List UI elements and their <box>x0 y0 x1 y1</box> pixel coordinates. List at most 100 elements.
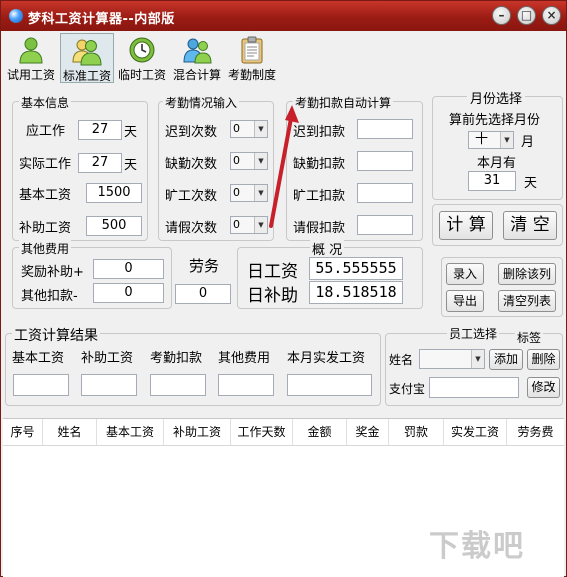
name-label: 姓名 <box>389 353 414 367</box>
basic-info-title: 基本信息 <box>19 94 72 111</box>
tool-label: 标准工资 <box>62 69 111 83</box>
daily-wage-value: 55.555555 <box>309 257 403 280</box>
annotation-arrow-icon <box>269 105 299 228</box>
attendance-deduct-title: 考勤扣款自动计算 <box>293 94 394 111</box>
days-label: 本月有 <box>477 156 517 171</box>
result-attendance-deduct[interactable] <box>150 374 206 396</box>
tag-label: 标签 <box>515 329 544 346</box>
tool-label: 混合计算 <box>172 68 221 82</box>
truancy-deduct-input[interactable] <box>357 183 413 203</box>
absent-deduct-input[interactable] <box>357 151 413 171</box>
daily-wage-label: 日工资 <box>247 262 298 282</box>
tool-trial-salary[interactable]: 试用工资 <box>5 33 57 83</box>
actual-days-input[interactable]: 27 <box>78 153 122 173</box>
tool-mixed-calc[interactable]: 混合计算 <box>171 33 223 83</box>
month-value: 十 <box>475 132 489 147</box>
user-icon <box>19 37 43 64</box>
col-header[interactable]: 金额 <box>293 419 347 445</box>
col-header[interactable]: 序号 <box>3 419 43 445</box>
labor-input[interactable]: 0 <box>175 284 231 304</box>
daily-subsidy-label: 日补助 <box>247 286 298 306</box>
tool-attendance-rules[interactable]: 考勤制度 <box>226 33 278 83</box>
alipay-label: 支付宝 <box>389 382 426 396</box>
minimize-button[interactable]: – <box>492 6 511 25</box>
other-deduct-input[interactable]: 0 <box>93 283 164 303</box>
export-button[interactable]: 导出 <box>446 290 484 312</box>
clear-list-button[interactable]: 清空列表 <box>498 290 556 312</box>
modify-button[interactable]: 修改 <box>527 377 560 398</box>
subsidy-label: 补助工资 <box>19 221 72 236</box>
month-days-input[interactable]: 31 <box>468 171 516 191</box>
late-count-label: 迟到次数 <box>165 125 218 140</box>
user-group-icon <box>183 38 212 64</box>
tool-label: 临时工资 <box>117 68 166 82</box>
employee-title: 员工选择 <box>447 325 500 342</box>
tool-label: 试用工资 <box>6 68 55 82</box>
actual-days-unit: 天 <box>124 158 138 173</box>
clock-icon <box>129 37 155 63</box>
leave-count-label: 请假次数 <box>165 221 218 236</box>
col-header[interactable]: 奖金 <box>347 419 389 445</box>
result-base-salary[interactable] <box>13 374 69 396</box>
tool-standard-salary[interactable]: 标准工资 <box>60 33 114 83</box>
result-col-label: 本月实发工资 <box>287 351 366 366</box>
leave-deduct-input[interactable] <box>357 215 413 235</box>
month-hint: 算前先选择月份 <box>449 113 541 128</box>
truancy-count-value: 0 <box>233 186 240 199</box>
toolbar: 试用工资 标准工资 临时工资 混合计算 考勤制度 <box>1 31 566 85</box>
table-header: 序号 姓名 基本工资 补助工资 工作天数 金额 奖金 罚款 实发工资 劳务费 <box>3 419 564 446</box>
delete-row-button[interactable]: 删除该列 <box>498 263 556 285</box>
daily-subsidy-value: 18.518518 <box>309 281 403 304</box>
result-net-salary[interactable] <box>287 374 372 396</box>
app-icon <box>9 9 23 23</box>
clipboard-icon <box>241 36 263 64</box>
result-col-label: 补助工资 <box>81 351 134 366</box>
users-icon <box>72 39 102 66</box>
late-deduct-input[interactable] <box>357 119 413 139</box>
alipay-input[interactable] <box>429 377 519 398</box>
col-header[interactable]: 补助工资 <box>164 419 231 445</box>
add-employee-button[interactable]: 添加 <box>489 349 523 370</box>
attendance-input-title: 考勤情况输入 <box>163 94 240 111</box>
employee-name-select[interactable]: ▼ <box>419 349 485 369</box>
work-days-input[interactable]: 27 <box>78 120 122 140</box>
col-header[interactable]: 姓名 <box>43 419 97 445</box>
month-unit: 月 <box>521 135 535 150</box>
calculate-button[interactable]: 计 算 <box>439 211 493 240</box>
result-subsidy[interactable] <box>81 374 137 396</box>
actual-days-label: 实际工作 <box>19 157 72 172</box>
subsidy-input[interactable]: 500 <box>86 216 142 236</box>
results-title: 工资计算结果 <box>12 325 100 345</box>
overview-title: 概 况 <box>310 239 345 258</box>
work-days-label: 应工作 <box>26 124 66 139</box>
result-col-label: 其他费用 <box>218 351 271 366</box>
maximize-button[interactable]: □ <box>517 6 536 25</box>
col-header[interactable]: 基本工资 <box>97 419 164 445</box>
month-select-title: 月份选择 <box>467 88 526 107</box>
app-window: 梦科工资计算器--内部版 – □ × 试用工资 标准工资 临时工资 混合计算 考… <box>0 0 567 577</box>
col-header[interactable]: 工作天数 <box>231 419 293 445</box>
chevron-down-icon: ▼ <box>500 132 513 148</box>
base-salary-input[interactable]: 1500 <box>86 183 142 203</box>
other-fees-title: 其他费用 <box>19 240 72 257</box>
chevron-down-icon: ▼ <box>471 350 484 368</box>
leave-count-value: 0 <box>233 218 240 231</box>
tool-label: 考勤制度 <box>227 68 276 82</box>
absent-count-label: 缺勤次数 <box>165 157 218 172</box>
result-col-label: 基本工资 <box>12 351 65 366</box>
clear-button[interactable]: 清 空 <box>503 211 557 240</box>
result-other-fees[interactable] <box>218 374 274 396</box>
delete-employee-button[interactable]: 删除 <box>527 349 560 370</box>
enter-button[interactable]: 录入 <box>446 263 484 285</box>
other-deduct-label: 其他扣款- <box>21 289 78 304</box>
window-title: 梦科工资计算器--内部版 <box>28 12 175 27</box>
month-select[interactable]: 十 ▼ <box>468 131 514 149</box>
col-header[interactable]: 罚款 <box>389 419 444 445</box>
tool-temp-salary[interactable]: 临时工资 <box>116 33 168 83</box>
result-col-label: 考勤扣款 <box>150 351 203 366</box>
col-header[interactable]: 实发工资 <box>444 419 507 445</box>
bonus-input[interactable]: 0 <box>93 259 164 279</box>
col-header[interactable]: 劳务费 <box>507 419 564 445</box>
bonus-label: 奖励补助+ <box>21 265 84 280</box>
close-button[interactable]: × <box>542 6 561 25</box>
